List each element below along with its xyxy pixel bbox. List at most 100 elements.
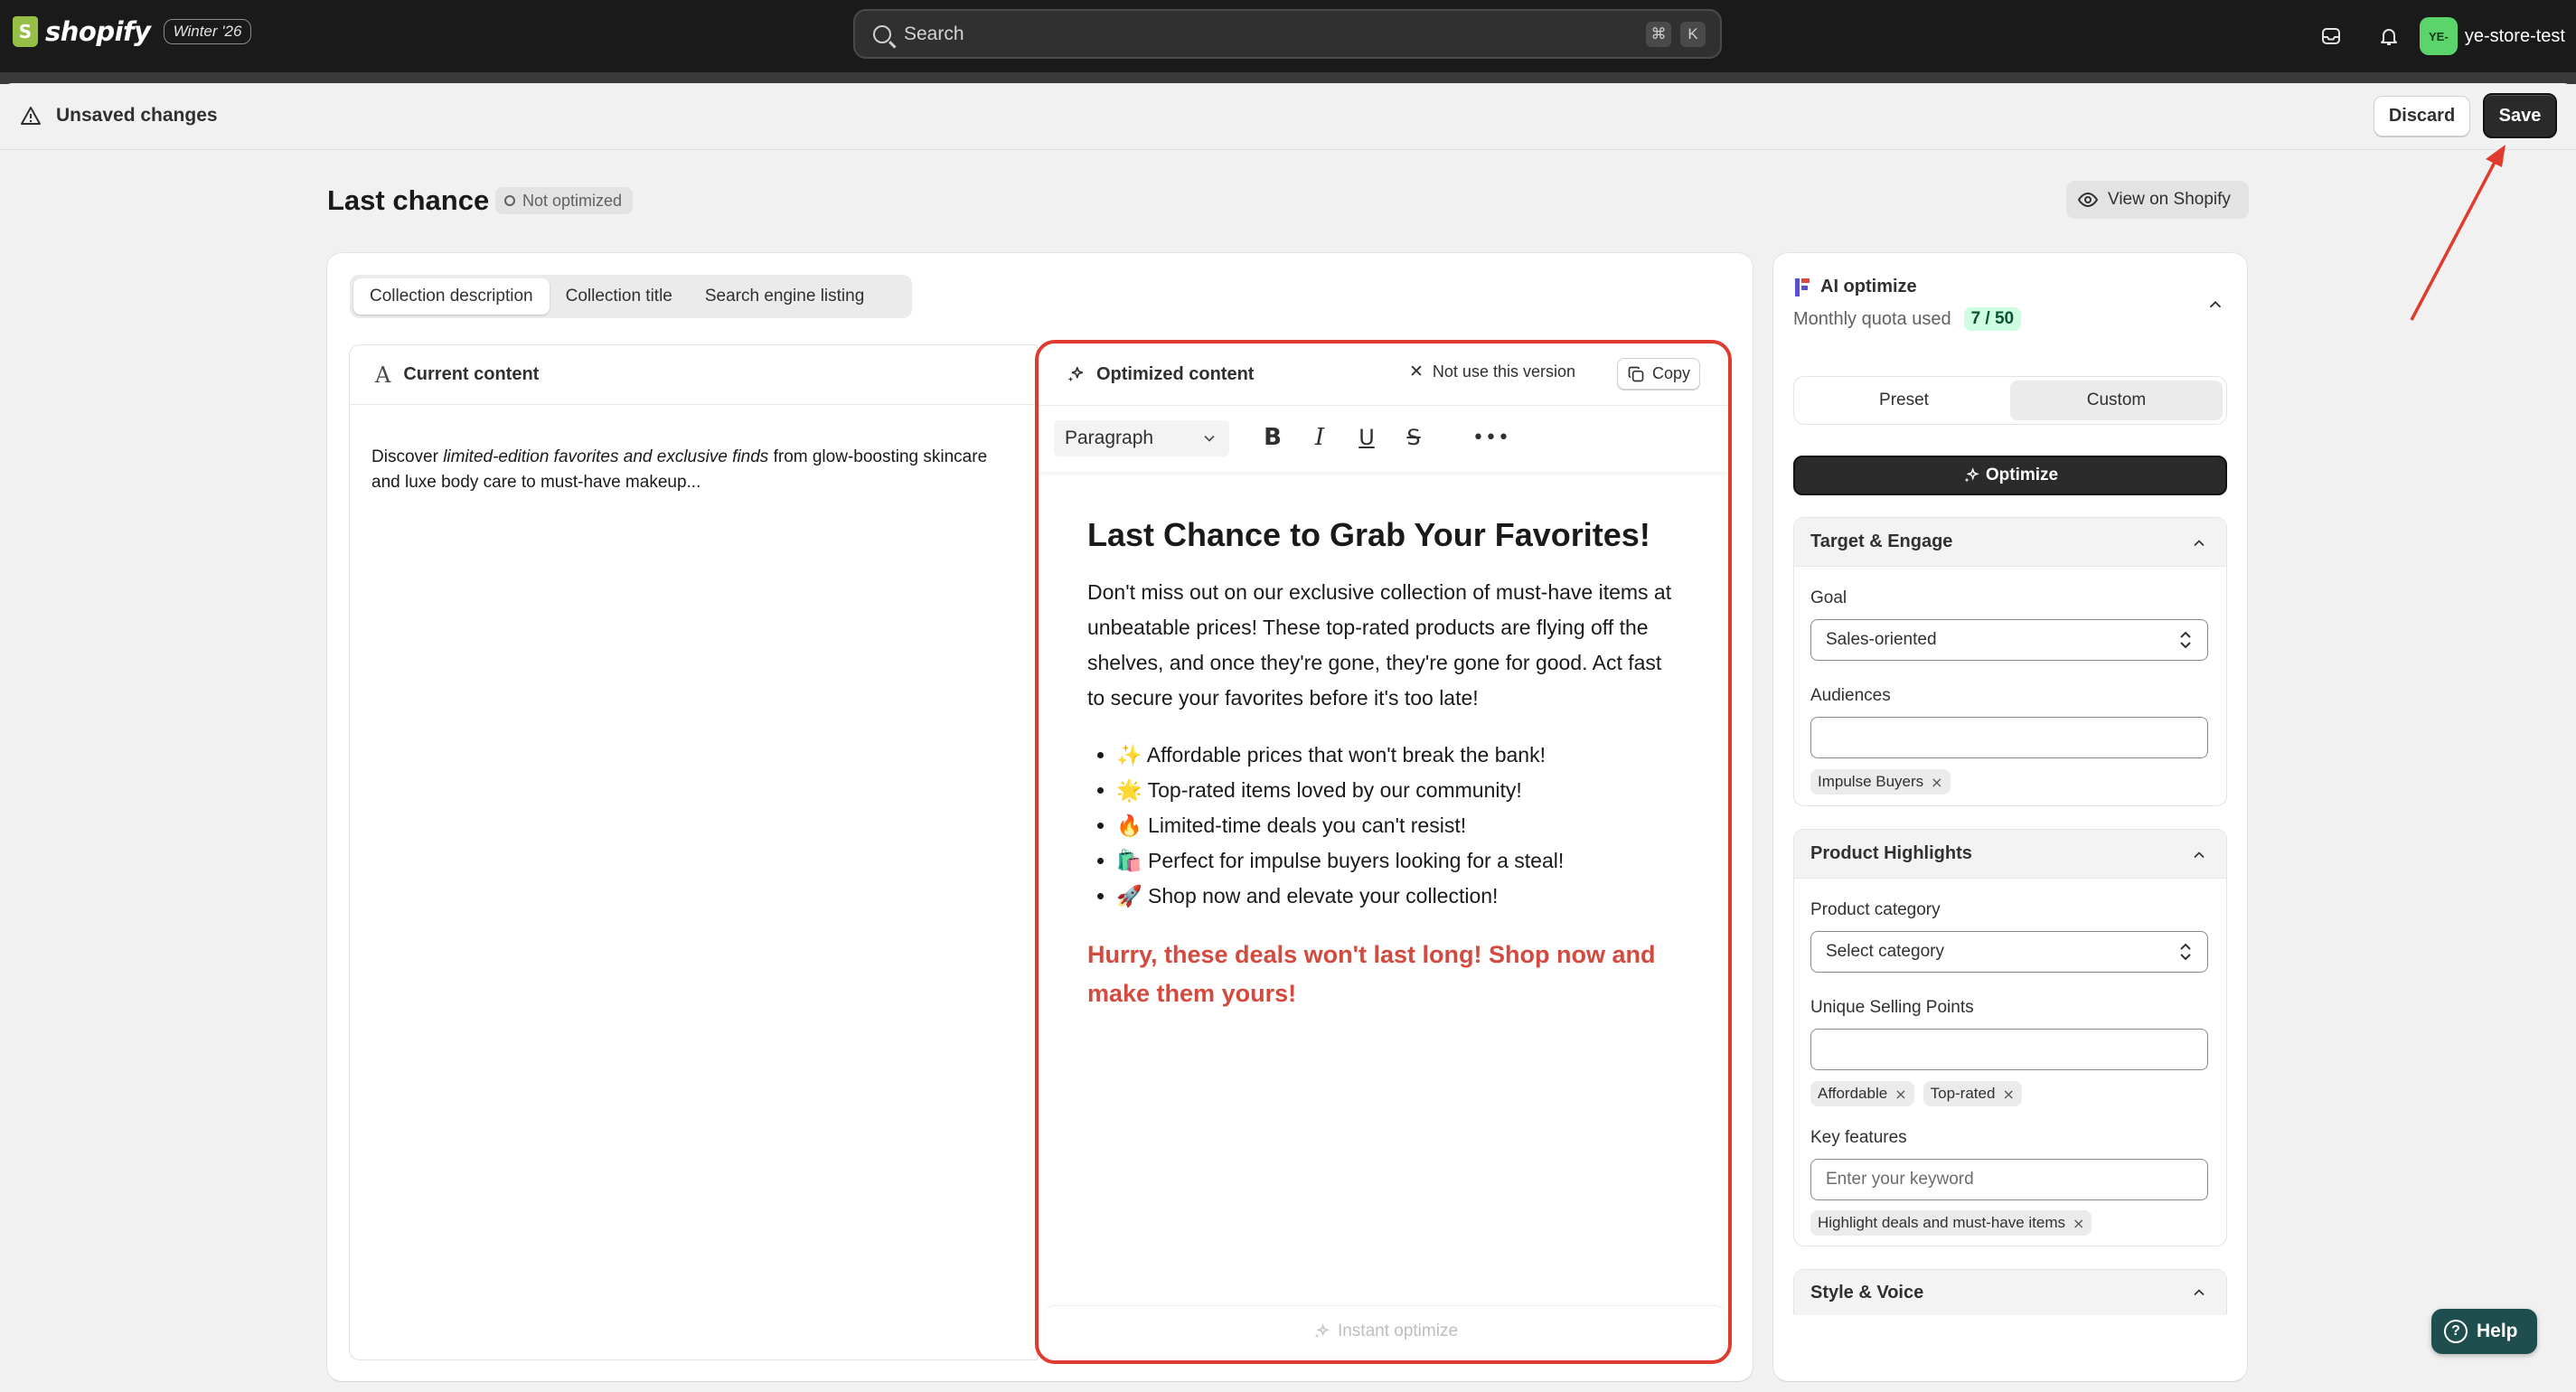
target-engage-section: Target & Engage Goal Sales-oriented Audi… bbox=[1793, 517, 2227, 806]
list-item: 🌟 Top-rated items loved by our community… bbox=[1116, 773, 1684, 808]
shopify-logo[interactable]: shopify Winter '26 bbox=[13, 16, 252, 47]
search-bar[interactable]: Search ⌘ K bbox=[853, 9, 1722, 59]
current-text-start: Discover bbox=[371, 447, 444, 466]
ai-optimize-title: AI optimize bbox=[1820, 277, 1917, 296]
k-key: K bbox=[1680, 22, 1706, 47]
sparkle-icon bbox=[1066, 364, 1086, 384]
strikethrough-icon[interactable]: S bbox=[1400, 424, 1427, 451]
chevron-up-icon bbox=[2190, 534, 2208, 558]
underline-icon[interactable]: U bbox=[1353, 424, 1380, 451]
audience-tag-label: Impulse Buyers bbox=[1818, 773, 1924, 790]
remove-tag-icon[interactable]: × bbox=[2002, 1086, 2014, 1103]
current-content-heading: Current content bbox=[403, 364, 540, 384]
italic-icon[interactable]: I bbox=[1306, 424, 1333, 451]
audiences-label: Audiences bbox=[1810, 686, 1891, 705]
preset-mode-button[interactable]: Preset bbox=[1798, 381, 2010, 420]
optimized-editor[interactable]: Last Chance to Grab Your Favorites! Don'… bbox=[1087, 515, 1684, 1013]
warning-icon bbox=[20, 105, 42, 132]
mode-toggle: Preset Custom bbox=[1793, 376, 2227, 425]
tab-search-engine-listing[interactable]: Search engine listing bbox=[689, 278, 880, 315]
bold-icon[interactable]: B bbox=[1259, 424, 1286, 451]
save-button[interactable]: Save bbox=[2483, 93, 2557, 138]
optimized-content-heading: Optimized content bbox=[1096, 363, 1255, 384]
audience-tags: Impulse Buyers × bbox=[1810, 769, 1951, 795]
instant-optimize-button[interactable]: Instant optimize bbox=[1046, 1305, 1725, 1356]
content-card: Collection description Collection title … bbox=[327, 253, 1753, 1381]
key-features-label: Key features bbox=[1810, 1128, 1907, 1147]
text-format-icon: A bbox=[375, 362, 391, 388]
page-title: Last chance bbox=[327, 184, 490, 216]
annotation-arrow-icon bbox=[2410, 145, 2505, 321]
optimize-label: Optimize bbox=[1985, 466, 2059, 484]
remove-tag-icon[interactable]: × bbox=[1931, 774, 1942, 791]
goal-select[interactable]: Sales-oriented bbox=[1810, 619, 2208, 661]
inbox-icon[interactable] bbox=[2313, 18, 2349, 54]
usp-tag-label: Top-rated bbox=[1930, 1085, 1996, 1102]
editor-toolbar: Paragraph B I U S ••• bbox=[1039, 405, 1728, 472]
shopify-bag-icon bbox=[13, 16, 38, 47]
product-category-select[interactable]: Select category bbox=[1810, 931, 2208, 973]
sparkle-icon bbox=[1962, 466, 1980, 484]
usp-tag: Affordable × bbox=[1810, 1081, 1914, 1106]
usp-tag: Top-rated × bbox=[1923, 1081, 2022, 1106]
chevron-down-icon bbox=[1200, 429, 1218, 453]
audience-tag: Impulse Buyers × bbox=[1810, 769, 1951, 795]
ai-optimize-header: AI optimize bbox=[1793, 277, 1917, 297]
usp-tag-label: Affordable bbox=[1818, 1085, 1888, 1102]
more-options-icon[interactable]: ••• bbox=[1472, 424, 1509, 451]
search-icon bbox=[873, 24, 891, 43]
copy-button[interactable]: Copy bbox=[1617, 358, 1700, 390]
discard-button[interactable]: Discard bbox=[2374, 96, 2470, 136]
help-label: Help bbox=[2477, 1321, 2518, 1341]
status-badge: Not optimized bbox=[495, 187, 634, 214]
chevron-up-icon[interactable] bbox=[2205, 295, 2225, 320]
status-dot-icon bbox=[504, 195, 515, 206]
top-bar: shopify Winter '26 Search ⌘ K YE- ye-sto… bbox=[0, 0, 2576, 72]
brand-name: shopify bbox=[45, 16, 151, 47]
remove-tag-icon[interactable]: × bbox=[2073, 1215, 2084, 1232]
unique-selling-points-input[interactable] bbox=[1810, 1029, 2208, 1070]
avatar[interactable]: YE- bbox=[2419, 17, 2458, 55]
tab-collection-description[interactable]: Collection description bbox=[353, 278, 550, 315]
copy-icon bbox=[1627, 365, 1645, 383]
block-format-value: Paragraph bbox=[1065, 428, 1154, 448]
bell-icon[interactable] bbox=[2371, 18, 2407, 54]
key-feature-tag: Highlight deals and must-have items × bbox=[1810, 1210, 2092, 1236]
optimized-bullet-list: ✨ Affordable prices that won't break the… bbox=[1087, 738, 1684, 914]
key-features-input[interactable] bbox=[1810, 1159, 2208, 1200]
quota-row: Monthly quota used 7 / 50 bbox=[1793, 307, 2022, 331]
tab-collection-title[interactable]: Collection title bbox=[550, 278, 689, 315]
list-item: ✨ Affordable prices that won't break the… bbox=[1116, 738, 1684, 773]
current-content-header: A Current content bbox=[350, 345, 1037, 405]
style-voice-heading: Style & Voice bbox=[1810, 1282, 1924, 1303]
optimize-button[interactable]: Optimize bbox=[1793, 456, 2227, 495]
close-icon: ✕ bbox=[1409, 362, 1424, 381]
style-voice-section: Style & Voice bbox=[1793, 1269, 2227, 1315]
goal-value: Sales-oriented bbox=[1826, 630, 1937, 649]
goal-label: Goal bbox=[1810, 588, 1847, 607]
quota-badge: 7 / 50 bbox=[1963, 307, 2022, 331]
instant-optimize-label: Instant optimize bbox=[1337, 1321, 1459, 1340]
remove-tag-icon[interactable]: × bbox=[1894, 1086, 1906, 1103]
unsaved-message: Unsaved changes bbox=[56, 105, 218, 126]
optimized-paragraph: Don't miss out on our exclusive collecti… bbox=[1087, 580, 1672, 710]
list-item: 🚀 Shop now and elevate your collection! bbox=[1116, 879, 1684, 914]
store-name[interactable]: ye-store-test bbox=[2465, 26, 2565, 47]
optimized-content-panel: Optimized content ✕ Not use this version… bbox=[1035, 340, 1732, 1364]
current-content-text: Discover limited-edition favorites and e… bbox=[350, 405, 1037, 495]
style-voice-header[interactable]: Style & Voice bbox=[1794, 1270, 2226, 1315]
not-use-version-button[interactable]: ✕ Not use this version bbox=[1409, 362, 1575, 381]
help-button[interactable]: ? Help bbox=[2431, 1309, 2537, 1354]
block-format-select[interactable]: Paragraph bbox=[1054, 420, 1229, 456]
list-item: 🛍️ Perfect for impulse buyers looking fo… bbox=[1116, 843, 1684, 879]
optimized-call-to-action: Hurry, these deals won't last long! Shop… bbox=[1087, 941, 1656, 1007]
audiences-input[interactable] bbox=[1810, 717, 2208, 758]
key-feature-tags: Highlight deals and must-have items × bbox=[1810, 1210, 2092, 1236]
view-on-shopify-button[interactable]: View on Shopify bbox=[2066, 181, 2249, 219]
chevron-up-icon bbox=[2190, 846, 2208, 870]
target-engage-header[interactable]: Target & Engage bbox=[1794, 518, 2226, 567]
custom-mode-button[interactable]: Custom bbox=[2010, 381, 2223, 420]
search-placeholder: Search bbox=[904, 23, 964, 44]
product-highlights-section: Product Highlights Product category Sele… bbox=[1793, 829, 2227, 1246]
product-highlights-header[interactable]: Product Highlights bbox=[1794, 830, 2226, 879]
